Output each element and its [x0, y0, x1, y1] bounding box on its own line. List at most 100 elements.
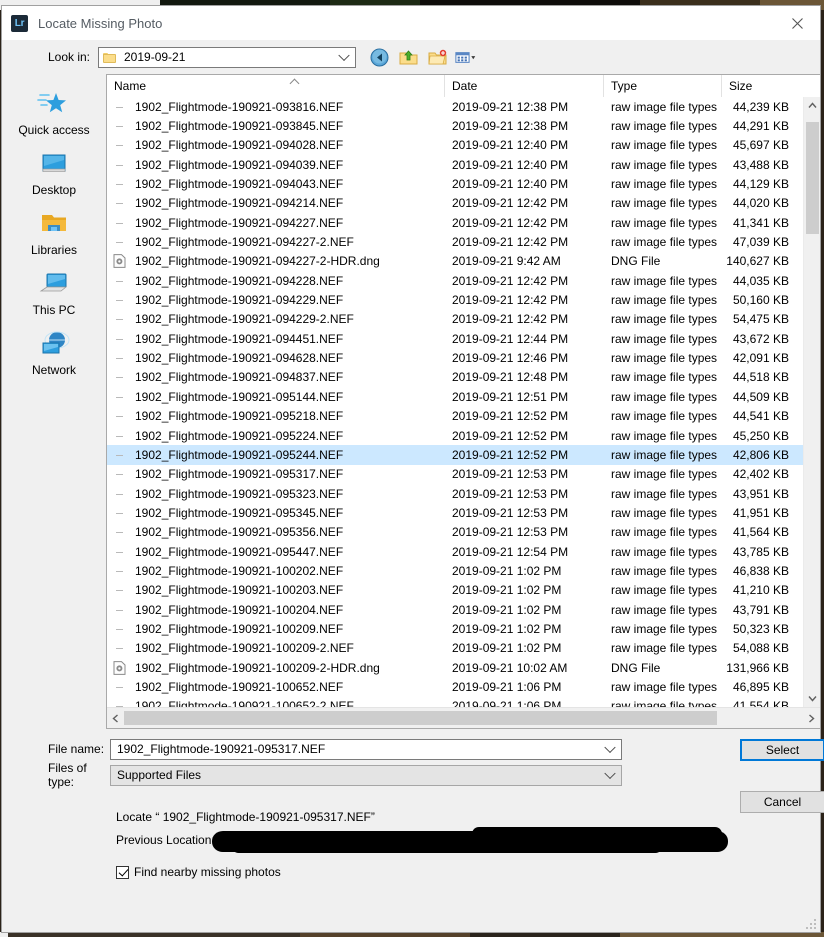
sidebar-item-this-pc[interactable]: This PC: [2, 268, 106, 328]
chevron-down-icon: [604, 741, 616, 754]
table-row[interactable]: 1902_Flightmode-190921-100202.NEF 2019-09…: [107, 561, 803, 580]
table-row[interactable]: 1902_Flightmode-190921-095317.NEF 2019-09…: [107, 465, 803, 484]
up-folder-icon: [399, 49, 417, 64]
close-button[interactable]: [774, 6, 820, 40]
table-row[interactable]: 1902_Flightmode-190921-100652-2.NEF 2019-…: [107, 697, 803, 707]
table-row[interactable]: 1902_Flightmode-190921-095244.NEF 2019-09…: [107, 445, 803, 465]
table-row[interactable]: 1902_Flightmode-190921-094229-2.NEF 2019-…: [107, 310, 803, 329]
table-row[interactable]: 1902_Flightmode-190921-094227-2.NEF 2019-…: [107, 232, 803, 251]
column-header-type[interactable]: Type: [604, 75, 722, 97]
table-row[interactable]: 1902_Flightmode-190921-100209-2.NEF 2019-…: [107, 639, 803, 658]
table-row[interactable]: 1902_Flightmode-190921-094451.NEF 2019-09…: [107, 329, 803, 348]
cell-size: 54,088 KB: [732, 641, 789, 656]
cell-date: 2019-09-21 12:42 PM: [452, 273, 569, 288]
views-button[interactable]: [455, 46, 477, 68]
table-row[interactable]: 1902_Flightmode-190921-095356.NEF 2019-09…: [107, 523, 803, 542]
table-row[interactable]: 1902_Flightmode-190921-094227.NEF 2019-09…: [107, 213, 803, 232]
vertical-scroll-track[interactable]: [804, 114, 820, 690]
sidebar-item-label: Network: [31, 363, 76, 377]
table-row[interactable]: 1902_Flightmode-190921-094028.NEF 2019-09…: [107, 136, 803, 155]
table-row[interactable]: 1902_Flightmode-190921-095447.NEF 2019-09…: [107, 542, 803, 561]
look-in-combobox[interactable]: 2019-09-21: [98, 46, 356, 68]
cell-name: 1902_Flightmode-190921-094043.NEF: [107, 177, 445, 191]
horizontal-scroll-thumb[interactable]: [124, 711, 717, 725]
cell-size: 44,129 KB: [732, 177, 789, 192]
file-name: 1902_Flightmode-190921-094837.NEF: [135, 370, 344, 385]
table-row[interactable]: 1902_Flightmode-190921-095224.NEF 2019-09…: [107, 426, 803, 445]
table-row[interactable]: 1902_Flightmode-190921-094229.NEF 2019-09…: [107, 290, 803, 309]
table-row[interactable]: 1902_Flightmode-190921-094227-2-HDR.dng 2…: [107, 252, 803, 271]
table-row[interactable]: 1902_Flightmode-190921-095144.NEF 2019-09…: [107, 387, 803, 406]
cell-size: 54,475 KB: [732, 312, 789, 327]
scroll-right-button[interactable]: [803, 708, 820, 728]
cell-name: 1902_Flightmode-190921-094028.NEF: [107, 138, 445, 152]
table-row[interactable]: 1902_Flightmode-190921-100652.NEF 2019-09…: [107, 677, 803, 696]
up-one-level-button[interactable]: [397, 46, 419, 68]
raw-file-icon: [113, 293, 129, 307]
raw-file-icon: [113, 622, 129, 636]
cell-name: 1902_Flightmode-190921-095317.NEF: [107, 467, 445, 481]
table-row[interactable]: 1902_Flightmode-190921-093845.NEF 2019-09…: [107, 116, 803, 135]
cell-size: 42,402 KB: [732, 467, 789, 482]
table-row[interactable]: 1902_Flightmode-190921-095218.NEF 2019-09…: [107, 407, 803, 426]
cell-name: 1902_Flightmode-190921-095244.NEF: [107, 448, 445, 462]
cell-type: raw image file types: [611, 583, 718, 598]
select-button[interactable]: Select: [740, 739, 824, 761]
sidebar-item-quick-access[interactable]: Quick access: [2, 88, 106, 148]
cell-date: 2019-09-21 12:52 PM: [452, 447, 569, 462]
back-button[interactable]: [368, 46, 390, 68]
table-row[interactable]: 1902_Flightmode-190921-093816.NEF 2019-09…: [107, 97, 803, 116]
column-header-name[interactable]: Name: [107, 75, 445, 97]
column-header-size[interactable]: Size: [722, 75, 798, 97]
file-name: 1902_Flightmode-190921-094227-2.NEF: [135, 235, 354, 250]
file-name-input[interactable]: 1902_Flightmode-190921-095317.NEF: [110, 738, 622, 760]
cell-type: raw image file types: [611, 544, 718, 559]
table-row[interactable]: 1902_Flightmode-190921-095323.NEF 2019-09…: [107, 484, 803, 503]
horizontal-scrollbar[interactable]: [107, 707, 820, 728]
cell-type: raw image file types: [611, 428, 718, 443]
cell-size: 42,091 KB: [732, 351, 789, 366]
sidebar-item-network[interactable]: Network: [2, 328, 106, 388]
scroll-left-button[interactable]: [107, 708, 124, 728]
vertical-scrollbar[interactable]: [803, 97, 820, 707]
sidebar-item-libraries[interactable]: Libraries: [2, 208, 106, 268]
cell-type: raw image file types: [611, 138, 718, 153]
table-row[interactable]: 1902_Flightmode-190921-095345.NEF 2019-09…: [107, 503, 803, 522]
table-row[interactable]: 1902_Flightmode-190921-094628.NEF 2019-09…: [107, 348, 803, 367]
vertical-scroll-thumb[interactable]: [806, 122, 819, 234]
raw-file-icon: [113, 429, 129, 443]
scroll-down-button[interactable]: [804, 690, 820, 707]
cancel-button[interactable]: Cancel: [740, 791, 824, 813]
table-row[interactable]: 1902_Flightmode-190921-094039.NEF 2019-09…: [107, 155, 803, 174]
file-name: 1902_Flightmode-190921-100202.NEF: [135, 563, 344, 578]
file-name: 1902_Flightmode-190921-095144.NEF: [135, 389, 344, 404]
file-name: 1902_Flightmode-190921-100652.NEF: [135, 679, 344, 694]
resize-grip[interactable]: [804, 917, 816, 929]
cell-size: 41,210 KB: [732, 583, 789, 598]
cell-type: raw image file types: [611, 312, 718, 327]
find-nearby-missing-photos-label: Find nearby missing photos: [134, 865, 281, 879]
table-row[interactable]: 1902_Flightmode-190921-100209.NEF 2019-09…: [107, 619, 803, 638]
dng-file-icon: [113, 660, 126, 675]
lightroom-icon: Lr: [11, 14, 28, 32]
table-row[interactable]: 1902_Flightmode-190921-100204.NEF 2019-09…: [107, 600, 803, 619]
table-row[interactable]: 1902_Flightmode-190921-100203.NEF 2019-09…: [107, 581, 803, 600]
table-row[interactable]: 1902_Flightmode-190921-094228.NEF 2019-09…: [107, 271, 803, 290]
cell-date: 2019-09-21 9:42 AM: [452, 254, 561, 269]
column-header-date[interactable]: Date: [445, 75, 604, 97]
find-nearby-missing-photos-checkbox[interactable]: Find nearby missing photos: [116, 865, 820, 879]
cell-name: 1902_Flightmode-190921-100652.NEF: [107, 680, 445, 694]
create-new-folder-button[interactable]: [426, 46, 448, 68]
cell-name: 1902_Flightmode-190921-095224.NEF: [107, 429, 445, 443]
cell-name: 1902_Flightmode-190921-094227.NEF: [107, 216, 445, 230]
files-of-type-select[interactable]: Supported Files: [110, 764, 622, 786]
file-name: 1902_Flightmode-190921-100652-2.NEF: [135, 699, 354, 707]
raw-file-icon: [113, 177, 129, 191]
scroll-up-button[interactable]: [804, 97, 820, 114]
table-row[interactable]: 1902_Flightmode-190921-094043.NEF 2019-09…: [107, 174, 803, 193]
sidebar-item-desktop[interactable]: Desktop: [2, 148, 106, 208]
raw-file-icon: [113, 525, 129, 539]
table-row[interactable]: 1902_Flightmode-190921-094837.NEF 2019-09…: [107, 368, 803, 387]
table-row[interactable]: 1902_Flightmode-190921-100209-2-HDR.dng 2…: [107, 658, 803, 677]
table-row[interactable]: 1902_Flightmode-190921-094214.NEF 2019-09…: [107, 194, 803, 213]
